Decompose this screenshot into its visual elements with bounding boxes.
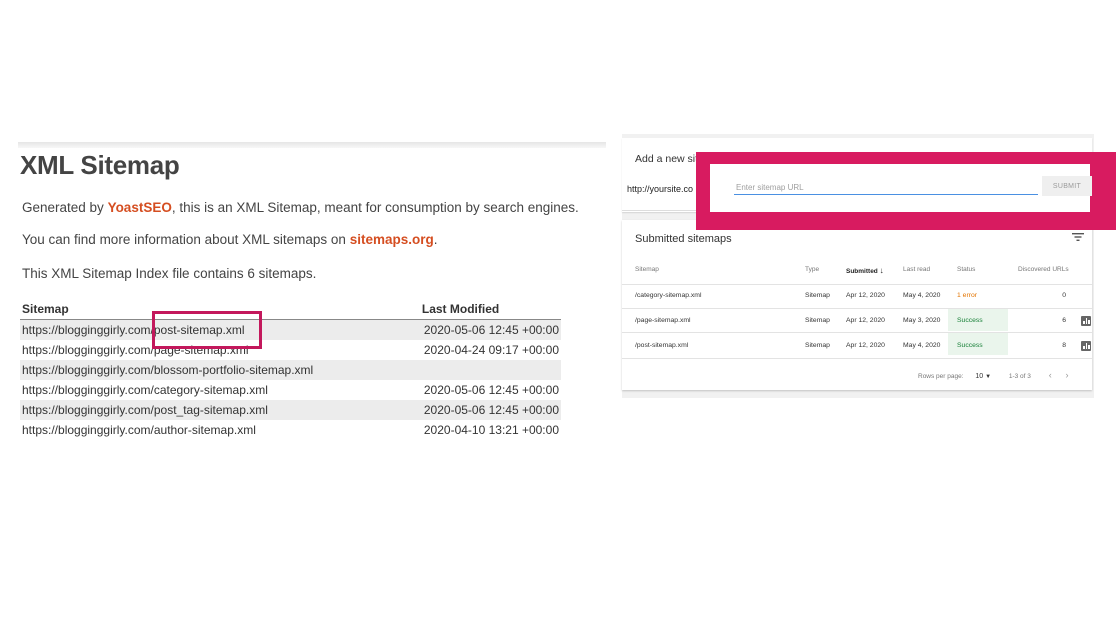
col-submitted[interactable]: Submitted ↓ bbox=[846, 266, 884, 275]
add-sitemap-form: SUBMIT bbox=[710, 164, 1092, 212]
xml-sitemap-page: XML Sitemap Generated by YoastSEO, this … bbox=[18, 142, 606, 442]
caret-down-icon: ▼ bbox=[985, 374, 992, 380]
last-read-date: May 3, 2020 bbox=[903, 317, 941, 324]
sitemap-path[interactable]: /category-sitemap.xml bbox=[635, 292, 701, 299]
divider bbox=[622, 308, 1092, 309]
table-header-row: Sitemap Last Modified bbox=[20, 300, 561, 320]
discovered-count: 8 bbox=[1062, 342, 1066, 349]
add-sitemap-title: Add a new sit bbox=[635, 153, 699, 165]
intro-text: . bbox=[433, 232, 438, 247]
intro-text: You can find more information about XML … bbox=[22, 232, 350, 247]
yoastseo-link[interactable]: YoastSEO bbox=[108, 200, 172, 215]
submitted-date: Apr 12, 2020 bbox=[846, 292, 885, 299]
intro-text: , this is an XML Sitemap, meant for cons… bbox=[171, 200, 579, 215]
table-row: https://blogginggirly.com/post_tag-sitem… bbox=[20, 400, 561, 420]
table-row: https://blogginggirly.com/author-sitemap… bbox=[20, 420, 561, 440]
last-modified: 2020-05-06 12:45 +00:00 bbox=[423, 383, 559, 397]
status-success: Success bbox=[957, 342, 983, 349]
col-modified-header: Last Modified bbox=[419, 300, 561, 320]
submitted-date: Apr 12, 2020 bbox=[846, 342, 885, 349]
sitemap-type: Sitemap bbox=[805, 317, 830, 324]
pagination: Rows per page: 10 ▼ 1-3 of 3 ‹ › bbox=[918, 370, 1069, 380]
chevron-left-icon[interactable]: ‹ bbox=[1049, 370, 1052, 380]
submitted-sitemaps-title: Submitted sitemaps bbox=[635, 233, 732, 245]
page-title: XML Sitemap bbox=[20, 150, 180, 180]
last-modified: 2020-05-06 12:45 +00:00 bbox=[419, 319, 561, 340]
sitemap-link[interactable]: https://blogginggirly.com/post_tag-sitem… bbox=[20, 400, 420, 420]
discovered-count: 0 bbox=[1062, 292, 1066, 299]
col-sitemap[interactable]: Sitemap bbox=[635, 266, 659, 273]
sitemap-path[interactable]: /post-sitemap.xml bbox=[635, 342, 688, 349]
col-last-read[interactable]: Last read bbox=[903, 266, 930, 273]
divider bbox=[622, 332, 1092, 333]
status-error: 1 error bbox=[957, 292, 978, 299]
bar-chart-icon[interactable] bbox=[1081, 316, 1091, 326]
last-modified: 2020-05-06 12:45 +00:00 bbox=[419, 400, 561, 420]
site-url-prefix: http://yoursite.co bbox=[627, 184, 694, 194]
intro-more-info: You can find more information about XML … bbox=[22, 232, 437, 247]
table-row: https://blogginggirly.com/post-sitemap.x… bbox=[20, 319, 561, 340]
sitemap-link[interactable]: https://blogginggirly.com/blossom-portfo… bbox=[20, 360, 420, 380]
rows-per-page-value: 10 bbox=[975, 373, 984, 380]
last-modified: 2020-04-24 09:17 +00:00 bbox=[423, 343, 559, 357]
highlight-box-sitemap-input: SUBMIT bbox=[696, 152, 1116, 230]
intro-generated-by: Generated by YoastSEO, this is an XML Si… bbox=[22, 200, 579, 215]
last-modified: 2020-04-10 13:21 +00:00 bbox=[423, 423, 559, 437]
sitemaps-org-link[interactable]: sitemaps.org bbox=[350, 232, 434, 247]
highlight-box-post-sitemap bbox=[152, 311, 262, 349]
col-submitted-label: Submitted bbox=[846, 268, 878, 275]
col-status[interactable]: Status bbox=[957, 266, 975, 273]
table-row: https://blogginggirly.com/page-sitemap.x… bbox=[20, 340, 561, 360]
sitemap-path[interactable]: /page-sitemap.xml bbox=[635, 317, 691, 324]
rows-per-page-select[interactable]: 10 ▼ bbox=[975, 373, 991, 380]
table-row: https://blogginggirly.com/blossom-portfo… bbox=[20, 360, 561, 380]
page-range: 1-3 of 3 bbox=[1008, 373, 1031, 380]
sitemap-type: Sitemap bbox=[805, 292, 830, 299]
sitemap-type: Sitemap bbox=[805, 342, 830, 349]
col-type[interactable]: Type bbox=[805, 266, 819, 273]
intro-count: This XML Sitemap Index file contains 6 s… bbox=[22, 266, 317, 281]
table-row: https://blogginggirly.com/category-sitem… bbox=[20, 380, 561, 400]
submitted-sitemaps-card: Submitted sitemaps Sitemap Type Submitte… bbox=[622, 220, 1092, 390]
status-success: Success bbox=[957, 317, 983, 324]
sitemap-link[interactable]: https://blogginggirly.com/category-sitem… bbox=[20, 380, 420, 400]
divider bbox=[622, 284, 1092, 285]
submit-button[interactable]: SUBMIT bbox=[1042, 176, 1092, 196]
last-read-date: May 4, 2020 bbox=[903, 292, 941, 299]
last-read-date: May 4, 2020 bbox=[903, 342, 941, 349]
filter-icon[interactable] bbox=[1072, 232, 1084, 242]
chevron-right-icon[interactable]: › bbox=[1066, 370, 1069, 380]
intro-text: Generated by bbox=[22, 200, 108, 215]
rows-per-page-label: Rows per page: bbox=[918, 373, 964, 380]
discovered-count: 6 bbox=[1062, 317, 1066, 324]
arrow-down-icon: ↓ bbox=[879, 266, 884, 275]
top-bar bbox=[18, 142, 606, 148]
last-modified bbox=[419, 360, 561, 380]
submitted-date: Apr 12, 2020 bbox=[846, 317, 885, 324]
divider bbox=[622, 358, 1092, 359]
sitemap-link[interactable]: https://blogginggirly.com/author-sitemap… bbox=[20, 420, 420, 440]
col-discovered-urls[interactable]: Discovered URLs bbox=[1018, 266, 1069, 273]
sitemap-index-table: Sitemap Last Modified https://blogginggi… bbox=[20, 300, 561, 440]
sitemap-url-input[interactable] bbox=[734, 180, 1038, 195]
bar-chart-icon[interactable] bbox=[1081, 341, 1091, 351]
